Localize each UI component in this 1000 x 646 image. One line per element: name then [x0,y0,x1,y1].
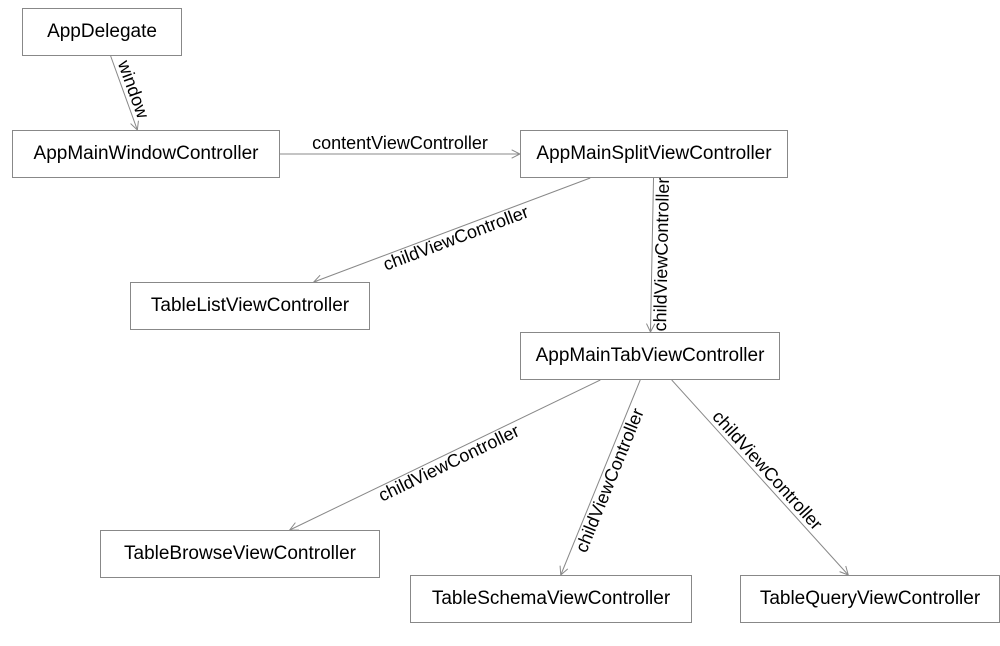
edge-label-appMainTab-to-tableSchema: childViewController [571,406,648,556]
edge-label-appMainSplit-to-tableList: childViewController [380,202,531,276]
node-appDelegate: AppDelegate [22,8,182,56]
edge-label-appMainTab-to-tableBrowse: childViewController [376,421,524,507]
node-tableQuery: TableQueryViewController [740,575,1000,623]
edge-label-appDelegate-to-appMainWindow: window [113,57,153,121]
node-appMainWindow: AppMainWindowController [12,130,280,178]
node-tableSchema: TableSchemaViewController [410,575,692,623]
node-tableBrowse: TableBrowseViewController [100,530,380,578]
edge-label-appMainWindow-to-appMainSplit: contentViewController [312,133,488,154]
edge-label-appMainTab-to-tableQuery: childViewController [708,406,827,534]
edge-label-appMainSplit-to-appMainTab: childViewController [650,178,674,332]
node-appMainSplit: AppMainSplitViewController [520,130,788,178]
node-appMainTab: AppMainTabViewController [520,332,780,380]
node-tableList: TableListViewController [130,282,370,330]
